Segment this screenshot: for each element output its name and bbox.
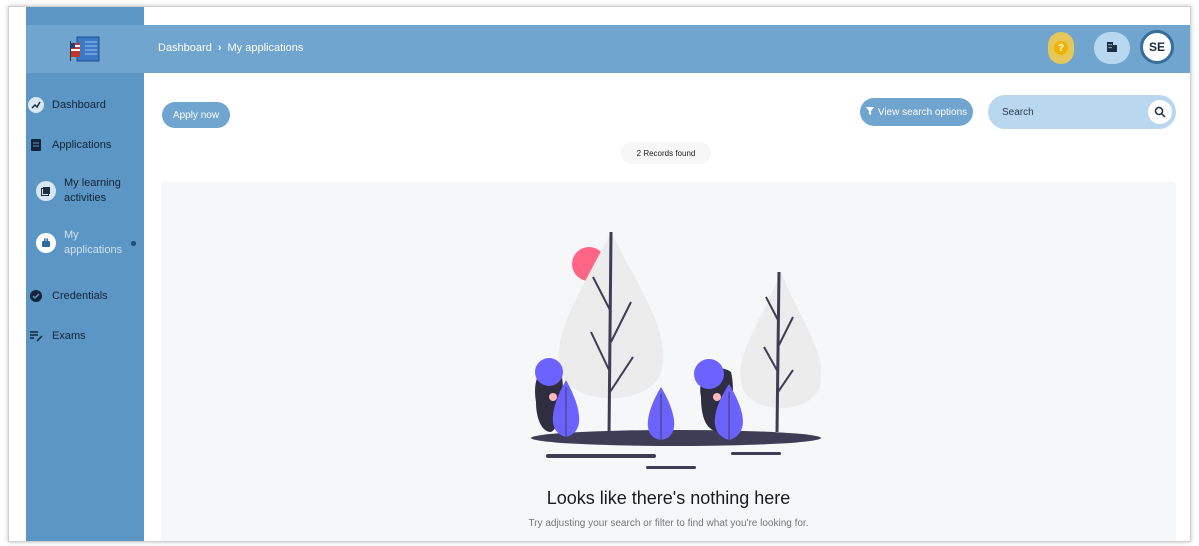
- sidebar-item-label: Applications: [52, 139, 112, 151]
- sidebar-item-label: Dashboard: [52, 99, 106, 111]
- building-icon: [1106, 40, 1118, 56]
- empty-state-panel: Looks like there's nothing here Try adju…: [161, 182, 1176, 541]
- empty-state-title: Looks like there's nothing here: [546, 488, 791, 508]
- breadcrumb-current: My applications: [227, 42, 304, 54]
- sidebar: [26, 7, 144, 541]
- sidebar-item-my-learning-activities[interactable]: My learning activities: [26, 175, 144, 207]
- library-icon: [36, 181, 56, 201]
- active-indicator: [131, 240, 136, 246]
- organization-button[interactable]: [1094, 32, 1130, 64]
- search-input[interactable]: [1002, 106, 1132, 118]
- avatar[interactable]: SE: [1140, 30, 1174, 64]
- app-window: Dashboard Applications My learning activ…: [8, 6, 1191, 542]
- verified-badge-icon: [28, 288, 44, 304]
- app-logo: [67, 35, 103, 63]
- sidebar-item-label: Exams: [52, 330, 86, 342]
- breadcrumb: Dashboard › My applications: [158, 42, 303, 54]
- sidebar-item-dashboard[interactable]: Dashboard: [26, 95, 144, 115]
- help-button[interactable]: ?: [1048, 32, 1074, 64]
- sidebar-item-applications[interactable]: Applications: [26, 135, 144, 155]
- question-icon: ?: [1054, 41, 1068, 55]
- chevron-right-icon: ›: [217, 42, 222, 54]
- document-icon: [28, 137, 44, 153]
- sidebar-item-label: My applications: [64, 229, 123, 256]
- empty-state-illustration: [521, 222, 822, 477]
- edit-list-icon: [28, 328, 44, 344]
- search-box: [988, 95, 1176, 129]
- breadcrumb-dashboard[interactable]: Dashboard: [158, 42, 212, 54]
- sidebar-item-label: My learning activities: [64, 177, 121, 204]
- sidebar-item-my-applications[interactable]: My applications: [26, 227, 144, 259]
- logo-block[interactable]: [26, 25, 144, 73]
- sidebar-item-label: Credentials: [52, 290, 108, 302]
- sidebar-item-exams[interactable]: Exams: [26, 326, 144, 346]
- apply-now-button[interactable]: Apply now: [162, 102, 230, 128]
- search-icon[interactable]: [1148, 100, 1172, 124]
- filter-icon: [865, 106, 874, 118]
- records-count-badge: 2 Records found: [621, 142, 711, 164]
- view-search-options-label: View search options: [877, 106, 968, 118]
- top-bar: Dashboard › My applications ? SE: [144, 25, 1190, 73]
- briefcase-icon: [36, 233, 56, 253]
- sidebar-item-credentials[interactable]: Credentials: [26, 286, 144, 306]
- empty-state-subtitle: Try adjusting your search or filter to f…: [528, 518, 809, 529]
- trending-up-icon: [28, 97, 44, 113]
- view-search-options-button[interactable]: View search options: [860, 98, 973, 126]
